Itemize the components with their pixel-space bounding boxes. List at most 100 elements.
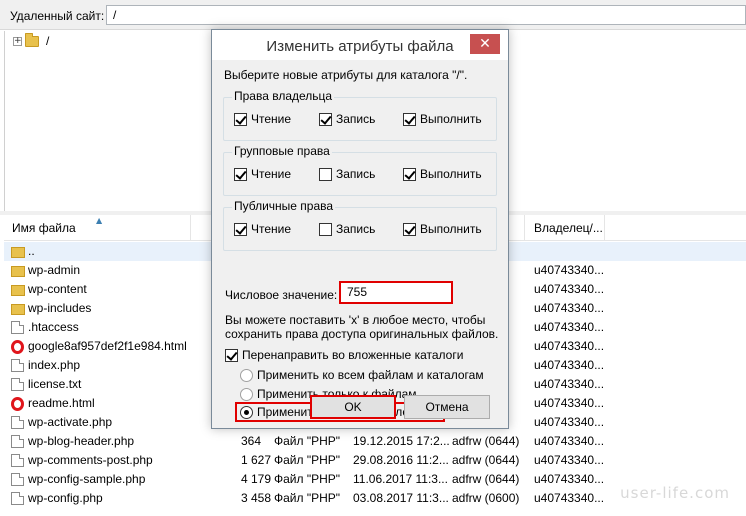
radio-label: Применить ко всем файлам и каталогам [257, 368, 484, 382]
radio-icon[interactable] [240, 387, 253, 401]
file-name: google8af957def2f1e984.html [28, 339, 187, 353]
file-owner: u40743340... [534, 415, 605, 429]
file-icon [11, 454, 24, 467]
file-owner: u40743340... [534, 263, 605, 277]
file-type: Файл "PHP" [274, 453, 341, 467]
checkbox-label: Чтение [251, 167, 292, 181]
public-write-checkbox[interactable]: Запись [319, 222, 375, 236]
column-owner[interactable]: Владелец/... [534, 221, 603, 235]
file-owner: u40743340... [534, 301, 605, 315]
file-name: wp-config-sample.php [28, 472, 146, 486]
recurse-checkbox[interactable]: Перенаправить во вложенные каталоги [225, 348, 463, 362]
numeric-value-label: Числовое значение: [225, 288, 338, 302]
owner-write-checkbox[interactable]: Запись [319, 112, 375, 126]
folder-icon [11, 285, 25, 296]
file-permissions: adfrw (0600) [452, 491, 520, 505]
checkbox-label: Перенаправить во вложенные каталоги [242, 348, 464, 362]
owner-permissions-group: Права владельца Чтение Запись Выполнить [223, 89, 497, 141]
dialog-body: Выберите новые атрибуты для каталога "/"… [212, 60, 508, 428]
file-modified: 11.06.2017 11:3... [353, 472, 448, 486]
checkbox-icon[interactable] [403, 112, 416, 126]
folder-icon [11, 266, 25, 277]
file-modified: 29.08.2016 11:2... [353, 453, 449, 467]
group-write-checkbox[interactable]: Запись [319, 167, 375, 181]
file-permissions: adfrw (0644) [452, 434, 520, 448]
folder-icon [11, 304, 25, 315]
checkbox-icon[interactable] [234, 112, 247, 126]
group-exec-checkbox[interactable]: Выполнить [403, 167, 482, 181]
file-type: Файл "PHP" [274, 472, 341, 486]
checkbox-icon[interactable] [403, 167, 416, 181]
file-modified: 03.08.2017 11:3... [353, 491, 449, 505]
column-separator[interactable] [524, 215, 525, 241]
file-owner: u40743340... [534, 472, 605, 486]
file-permissions: adfrw (0644) [452, 453, 520, 467]
tree-root-label: / [46, 34, 50, 48]
checkbox-icon[interactable] [403, 222, 416, 236]
file-icon [11, 378, 24, 391]
file-owner: u40743340... [534, 453, 605, 467]
radio-icon[interactable] [240, 368, 253, 382]
checkbox-icon[interactable] [234, 167, 247, 181]
remote-path-input[interactable]: / [106, 5, 746, 25]
column-separator[interactable] [190, 215, 191, 241]
owner-read-checkbox[interactable]: Чтение [234, 112, 291, 126]
sort-ascending-icon: ▲ [96, 216, 103, 225]
file-name: wp-admin [28, 263, 81, 277]
opera-icon [11, 340, 24, 354]
dialog-prompt: Выберите новые атрибуты для каталога "/"… [224, 68, 468, 82]
column-filename[interactable]: Имя файла [12, 221, 76, 235]
list-row[interactable]: wp-blog-header.php 364 Файл "PHP" 19.12.201… [4, 432, 746, 451]
list-row[interactable]: wp-comments-post.php 1 627 Файл "PHP" 29.08… [4, 451, 746, 470]
file-name: .htaccess [28, 320, 79, 334]
file-owner: u40743340... [534, 434, 605, 448]
checkbox-icon[interactable] [319, 222, 332, 236]
close-icon[interactable]: ✕ [470, 34, 500, 54]
column-separator[interactable] [604, 215, 605, 241]
file-icon [11, 321, 24, 334]
file-name: wp-blog-header.php [28, 434, 135, 448]
ok-button[interactable]: OK [310, 395, 396, 419]
file-owner: u40743340... [534, 320, 605, 334]
checkbox-label: Чтение [251, 222, 292, 236]
dialog-title: Изменить атрибуты файла [266, 38, 454, 55]
public-read-checkbox[interactable]: Чтение [234, 222, 291, 236]
file-size: 1 627 [241, 453, 272, 467]
folder-icon [25, 32, 39, 47]
radio-apply-all[interactable]: Применить ко всем файлам и каталогам [240, 368, 484, 382]
group-title: Публичные права [232, 199, 336, 213]
checkbox-icon[interactable] [319, 167, 332, 181]
tree-root-node[interactable]: + / [13, 32, 50, 49]
checkbox-label: Выполнить [420, 222, 482, 236]
file-owner: u40743340... [534, 339, 605, 353]
file-attributes-dialog: Изменить атрибуты файла ✕ Выберите новые… [211, 29, 509, 429]
group-read-checkbox[interactable]: Чтение [234, 167, 291, 181]
file-name: wp-config.php [28, 491, 103, 505]
file-type: Файл "PHP" [274, 434, 341, 448]
numeric-value-input[interactable]: 755 [339, 281, 453, 304]
file-size: 3 458 [241, 491, 272, 505]
file-size: 364 [241, 434, 262, 448]
group-permissions-group: Групповые права Чтение Запись Выполнить [223, 144, 497, 196]
opera-icon [11, 397, 24, 411]
remote-site-label: Удаленный сайт: [10, 9, 105, 23]
cancel-button[interactable]: Отмена [404, 395, 490, 419]
file-icon [11, 473, 24, 486]
checkbox-label: Выполнить [420, 167, 482, 181]
radio-icon[interactable] [240, 405, 253, 419]
checkbox-icon[interactable] [234, 222, 247, 236]
file-name: readme.html [28, 396, 95, 410]
checkbox-icon[interactable] [225, 348, 238, 362]
file-name: license.txt [28, 377, 82, 391]
checkbox-icon[interactable] [319, 112, 332, 126]
file-name: wp-includes [28, 301, 92, 315]
file-owner: u40743340... [534, 282, 605, 296]
checkbox-label: Выполнить [420, 112, 482, 126]
checkbox-label: Запись [336, 167, 376, 181]
file-size: 4 179 [241, 472, 272, 486]
expand-icon[interactable]: + [13, 36, 22, 46]
checkbox-label: Запись [336, 112, 376, 126]
owner-exec-checkbox[interactable]: Выполнить [403, 112, 482, 126]
public-exec-checkbox[interactable]: Выполнить [403, 222, 482, 236]
hint-text-line2: сохранить права доступа оригинальных фай… [225, 327, 499, 341]
